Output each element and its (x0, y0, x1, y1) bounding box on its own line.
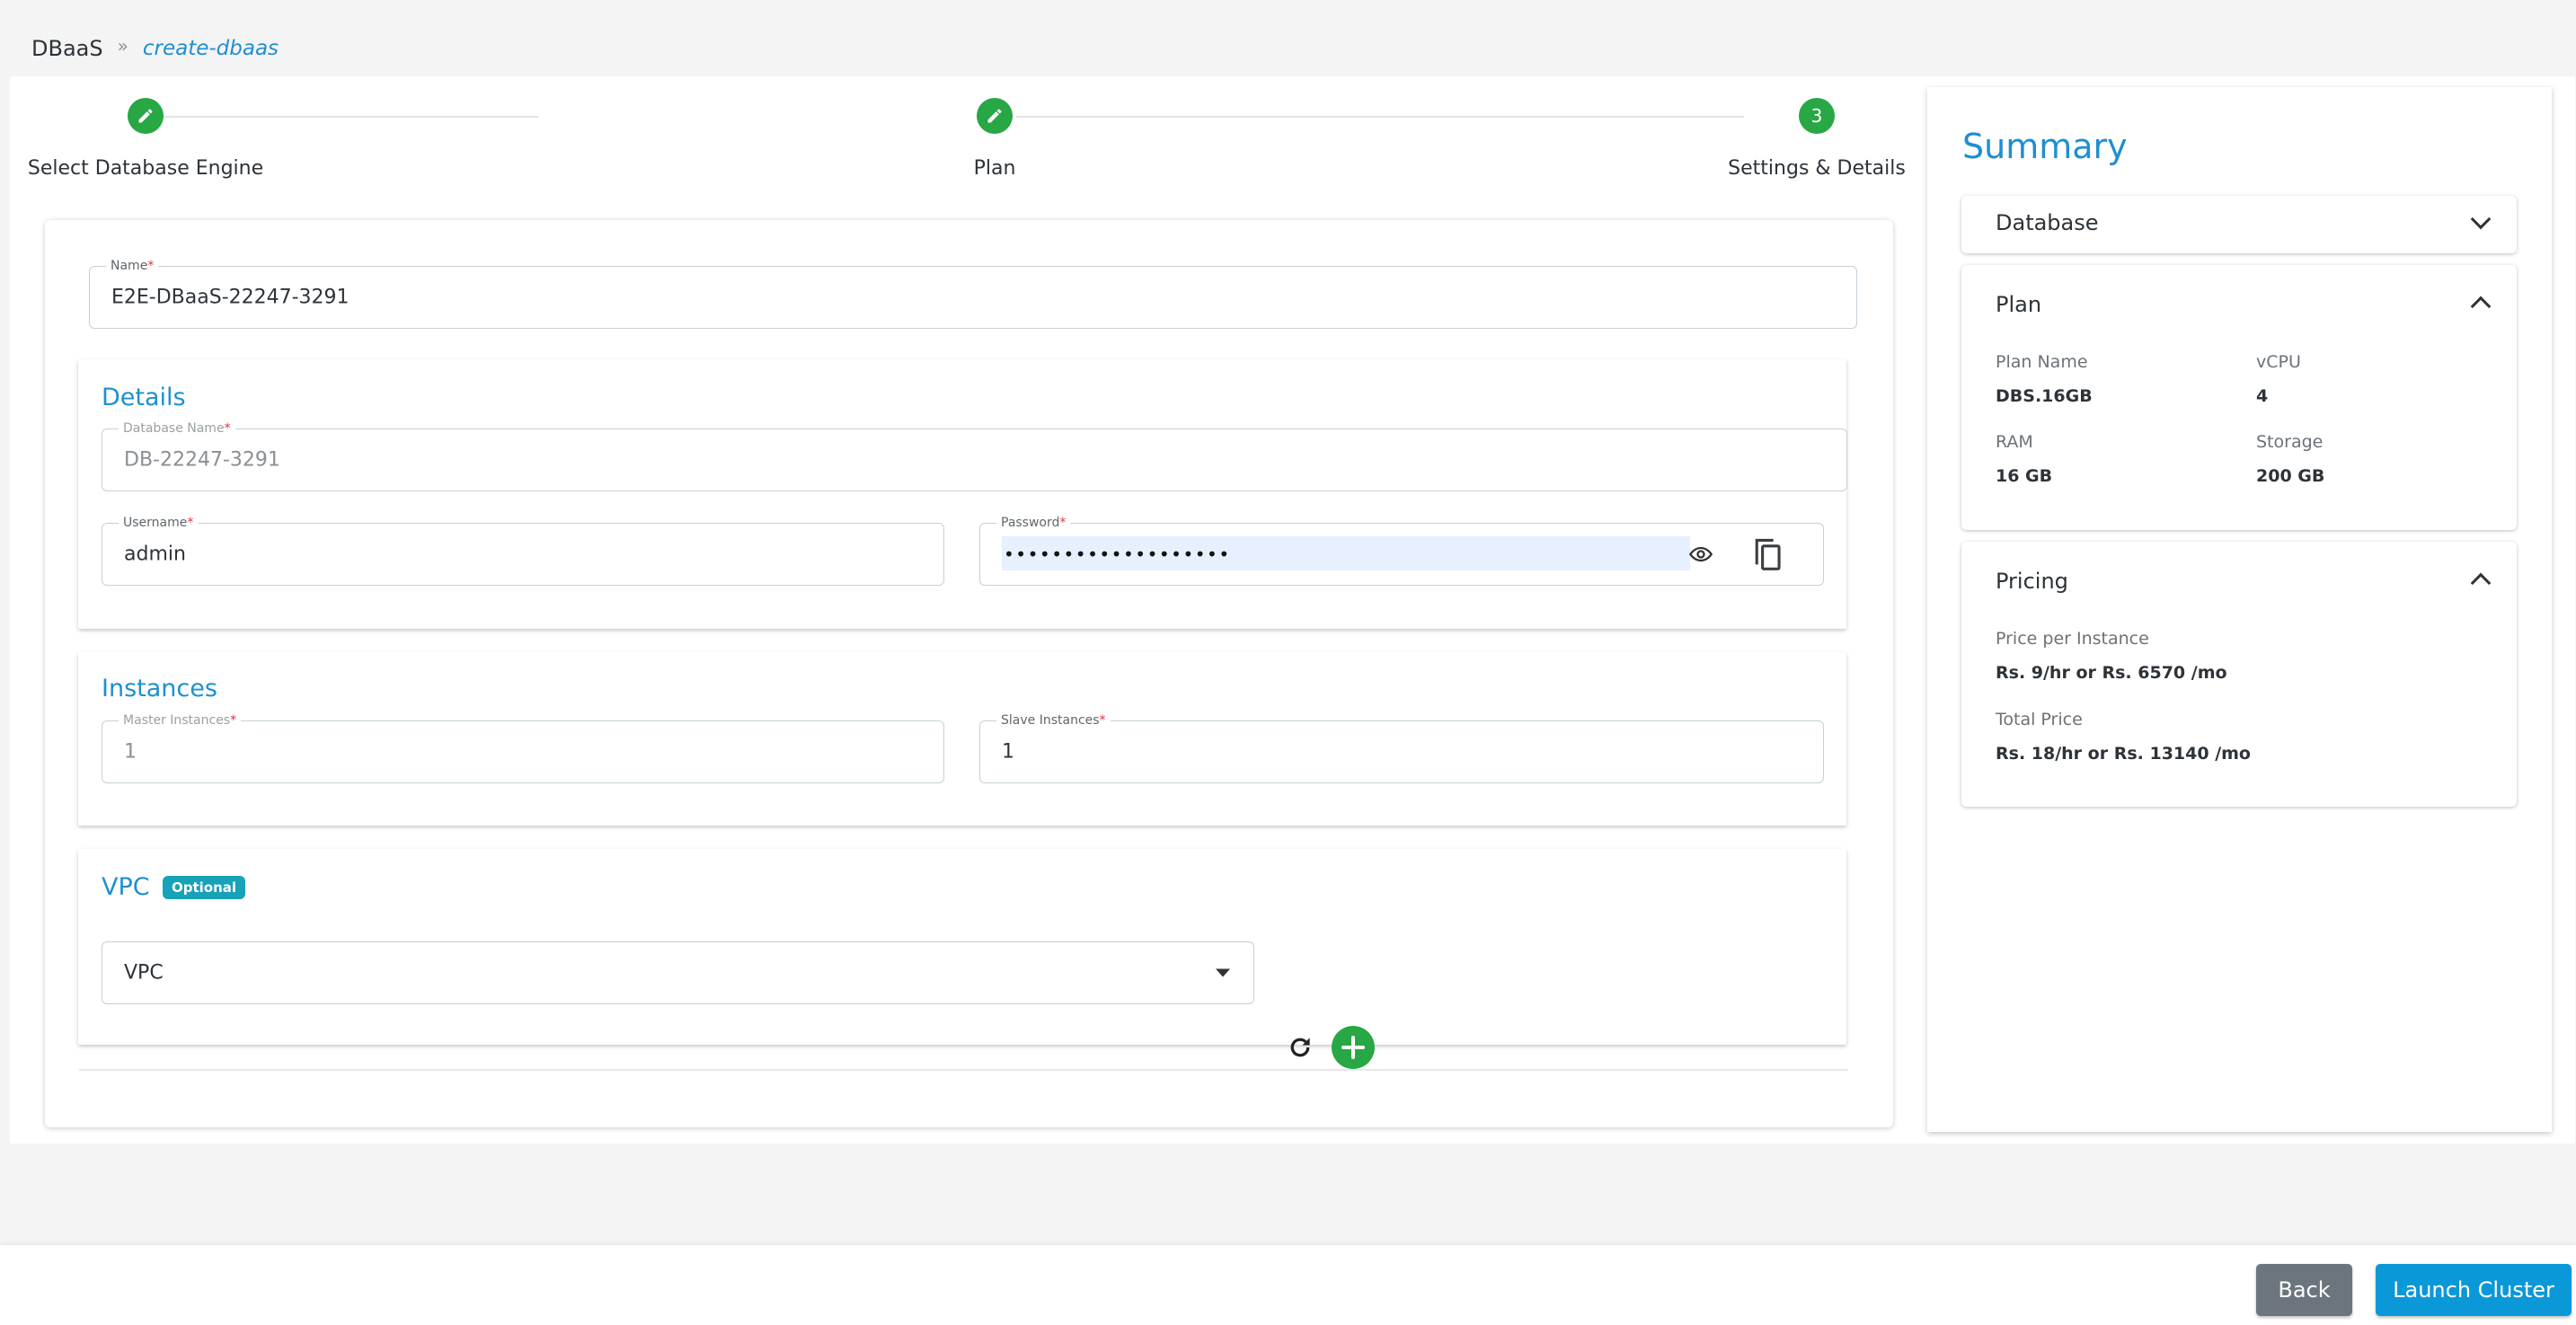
accordion-header-plan[interactable]: Plan (1996, 292, 2041, 317)
database-name-input: DB-22247-3291 (124, 448, 280, 472)
accordion-header-pricing[interactable]: Pricing (1996, 569, 2068, 594)
breadcrumb-separator: » (117, 35, 128, 57)
price-per-instance-label: Price per Instance (1996, 629, 2149, 649)
breadcrumb-root-link[interactable]: DBaaS (31, 36, 103, 61)
form-card: Name* E2E-DBaaS-22247-3291 Details Datab… (45, 220, 1893, 1127)
slave-instances-field[interactable]: Slave Instances* 1 (979, 711, 1824, 783)
ram-label: RAM (1996, 432, 2033, 452)
password-input[interactable]: ••••••••••••••••••• (1004, 543, 1231, 565)
pencil-icon (987, 109, 1002, 123)
slave-instances-input[interactable]: 1 (1002, 741, 1014, 764)
step-select-database-engine[interactable]: Select Database Engine (28, 98, 263, 180)
name-field[interactable]: Name* E2E-DBaaS-22247-3291 (89, 257, 1857, 329)
step-circle-active: 3 (1799, 98, 1835, 134)
chevron-up-icon[interactable] (2470, 296, 2492, 317)
plan-name-value: DBS.16GB (1996, 386, 2093, 406)
step-plan[interactable]: Plan (950, 98, 1040, 180)
add-vpc-button[interactable] (1332, 1026, 1375, 1069)
details-section: Details Database Name* DB-22247-3291 Use… (78, 359, 1847, 629)
breadcrumb: DBaaS » create-dbaas (31, 35, 279, 61)
instances-section: Instances Master Instances* 1 Slave Inst… (78, 652, 1846, 826)
step-settings-details[interactable]: 3 Settings & Details (1718, 98, 1916, 180)
chevron-up-icon[interactable] (2470, 572, 2492, 594)
vpc-title: VPC (102, 873, 150, 901)
storage-label: Storage (2256, 432, 2324, 452)
vpc-select-value: VPC (124, 961, 164, 985)
dropdown-arrow-icon (1216, 968, 1230, 977)
username-field[interactable]: Username* admin (102, 514, 944, 586)
step-connector (1016, 116, 1744, 118)
step-circle-completed (977, 98, 1013, 134)
vcpu-label: vCPU (2256, 352, 2301, 372)
eye-icon[interactable] (1688, 542, 1713, 567)
footer-bar: Back Launch Cluster (0, 1245, 2576, 1325)
details-title: Details (102, 384, 186, 411)
instances-title: Instances (102, 675, 217, 702)
name-field-label: Name* (106, 257, 159, 275)
step-label: Select Database Engine (27, 157, 264, 180)
total-price-label: Total Price (1996, 710, 2083, 729)
form-divider (79, 1069, 1848, 1071)
stepper: Select Database Engine Plan 3 Settings &… (10, 76, 1915, 202)
summary-title: Summary (1962, 127, 2128, 166)
vpc-select[interactable]: VPC (102, 941, 1254, 1004)
step-number: 3 (1810, 105, 1823, 127)
step-circle-completed (128, 98, 164, 134)
summary-panel: Summary Database Plan Plan Name DBS.16GB… (1927, 87, 2552, 1132)
plan-name-label: Plan Name (1996, 352, 2088, 372)
vpc-section: VPC Optional VPC (78, 849, 1846, 1045)
chevron-down-icon[interactable] (2470, 208, 2492, 230)
step-label: Plan (973, 157, 1016, 180)
username-input[interactable]: admin (124, 543, 186, 566)
total-price-value: Rs. 18/hr or Rs. 13140 /mo (1996, 744, 2251, 764)
back-button[interactable]: Back (2256, 1264, 2352, 1316)
master-instances-field: Master Instances* 1 (102, 711, 944, 783)
plus-icon (1341, 1036, 1365, 1059)
name-input[interactable]: E2E-DBaaS-22247-3291 (111, 287, 350, 309)
launch-cluster-button[interactable]: Launch Cluster (2376, 1264, 2572, 1316)
master-instances-label: Master Instances* (119, 711, 242, 729)
master-instances-input: 1 (124, 740, 137, 764)
step-label: Settings & Details (1728, 157, 1906, 180)
pencil-icon (138, 109, 153, 123)
page-container: Select Database Engine Plan 3 Settings &… (10, 76, 2575, 1144)
slave-instances-label: Slave Instances* (996, 711, 1111, 729)
password-field[interactable]: Password* ••••••••••••••••••• (979, 514, 1824, 586)
username-label: Username* (119, 514, 199, 532)
refresh-icon[interactable] (1287, 1034, 1314, 1061)
optional-badge: Optional (163, 876, 246, 899)
password-label: Password* (996, 514, 1071, 532)
summary-database-accordion[interactable]: Database (1961, 196, 2517, 253)
vcpu-value: 4 (2256, 386, 2269, 406)
copy-icon[interactable] (1753, 536, 1784, 572)
ram-value: 16 GB (1996, 466, 2053, 486)
storage-value: 200 GB (2256, 466, 2325, 486)
accordion-header-database: Database (1996, 210, 2099, 235)
summary-pricing-accordion: Pricing Price per Instance Rs. 9/hr or R… (1961, 542, 2517, 807)
price-per-instance-value: Rs. 9/hr or Rs. 6570 /mo (1996, 663, 2227, 683)
database-name-label: Database Name* (119, 420, 235, 437)
database-name-field: Database Name* DB-22247-3291 (102, 420, 1847, 491)
breadcrumb-current: create-dbaas (142, 37, 279, 60)
summary-plan-accordion: Plan Plan Name DBS.16GB vCPU 4 RAM 16 GB… (1961, 265, 2517, 530)
